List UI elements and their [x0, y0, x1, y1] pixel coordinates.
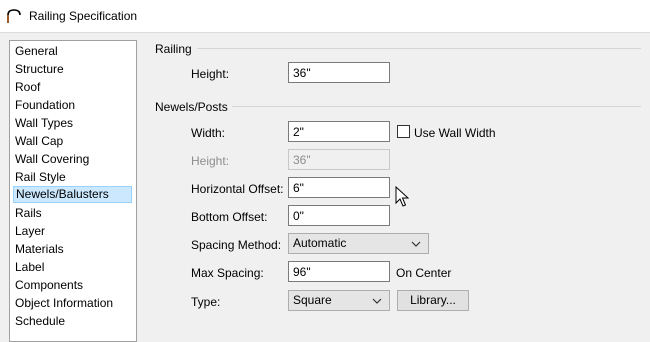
railing-section-divider — [197, 48, 641, 49]
bottom-offset-input[interactable] — [288, 205, 390, 226]
railing-section-title: Railing — [155, 42, 192, 56]
spacing-method-select[interactable]: Automatic — [288, 233, 429, 254]
newels-section-divider — [232, 106, 641, 107]
horizontal-offset-input[interactable] — [288, 177, 390, 198]
newel-height-input — [288, 149, 390, 170]
sidebar-item-foundation[interactable]: Foundation — [13, 97, 132, 114]
spacing-method-label: Spacing Method: — [191, 238, 282, 252]
railing-height-input[interactable] — [288, 62, 390, 83]
library-button[interactable]: Library... — [397, 290, 469, 311]
sidebar-item-rails[interactable]: Rails — [13, 205, 132, 222]
sidebar-item-object-information[interactable]: Object Information — [13, 295, 132, 312]
type-label: Type: — [191, 295, 221, 309]
sidebar-item-schedule[interactable]: Schedule — [13, 313, 132, 330]
horizontal-offset-label: Horizontal Offset: — [191, 182, 284, 196]
window-title: Railing Specification — [29, 9, 138, 23]
title-bar: Railing Specification — [0, 0, 650, 33]
sidebar-item-structure[interactable]: Structure — [13, 61, 132, 78]
use-wall-width-label[interactable]: Use Wall Width — [414, 126, 496, 140]
sidebar-item-wall-types[interactable]: Wall Types — [13, 115, 132, 132]
type-value: Square — [293, 293, 332, 307]
type-select[interactable]: Square — [288, 290, 390, 311]
sidebar-item-label[interactable]: Label — [13, 259, 132, 276]
sidebar-item-general[interactable]: General — [13, 43, 132, 60]
sidebar-item-materials[interactable]: Materials — [13, 241, 132, 258]
use-wall-width-checkbox[interactable] — [397, 125, 410, 138]
railing-height-label: Height: — [191, 67, 230, 81]
chevron-down-icon — [411, 241, 421, 247]
sidebar-item-newels-balusters[interactable]: Newels/Balusters — [13, 186, 132, 203]
category-list[interactable]: General Structure Roof Foundation Wall T… — [9, 40, 137, 342]
sidebar-item-wall-covering[interactable]: Wall Covering — [13, 151, 132, 168]
sidebar-item-layer[interactable]: Layer — [13, 223, 132, 240]
newel-width-input[interactable] — [288, 121, 390, 142]
sidebar-item-roof[interactable]: Roof — [13, 79, 132, 96]
sidebar-item-components[interactable]: Components — [13, 277, 132, 294]
chevron-down-icon — [372, 298, 382, 304]
newel-width-label: Width: — [191, 126, 226, 140]
bottom-offset-label: Bottom Offset: — [191, 210, 268, 224]
spacing-method-value: Automatic — [293, 236, 347, 250]
railing-arch-icon — [7, 9, 21, 23]
newel-height-label: Height: — [191, 154, 230, 168]
newels-section-title: Newels/Posts — [155, 100, 228, 114]
max-spacing-label: Max Spacing: — [191, 266, 264, 280]
on-center-label: On Center — [396, 266, 452, 280]
max-spacing-input[interactable] — [288, 261, 390, 282]
sidebar-item-rail-style[interactable]: Rail Style — [13, 169, 132, 186]
sidebar-item-wall-cap[interactable]: Wall Cap — [13, 133, 132, 150]
mouse-pointer-icon — [395, 186, 409, 207]
